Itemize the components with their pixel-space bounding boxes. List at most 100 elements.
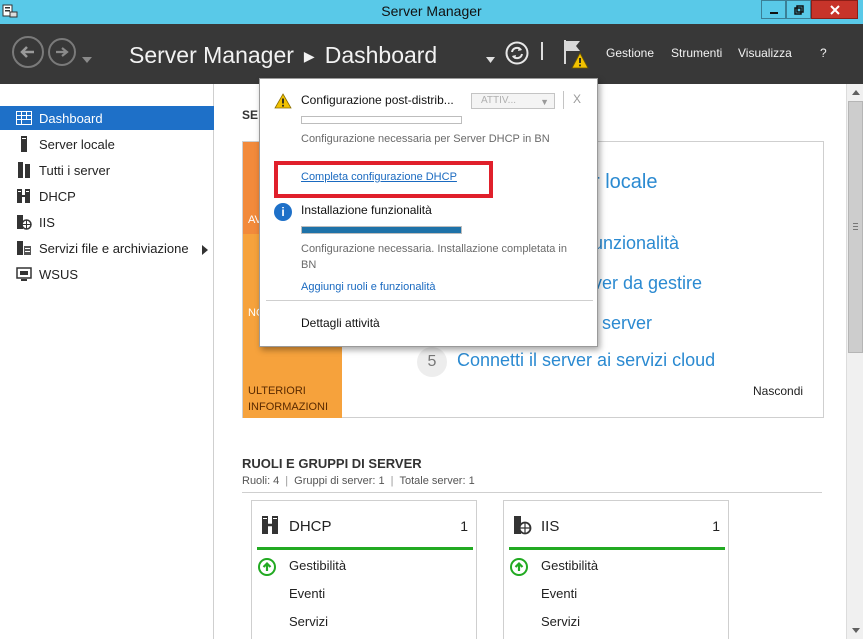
- highlight-annotation: [274, 161, 493, 198]
- forward-button[interactable]: [48, 38, 76, 66]
- task-actions-select[interactable]: ATTIV... ▼: [471, 93, 555, 109]
- role-card-dhcp[interactable]: DHCP 1 Gestibilità Eventi Servizi: [251, 500, 477, 639]
- sidebar-item-servizi-file[interactable]: Servizi file e archiviazione: [0, 236, 214, 260]
- history-dropdown[interactable]: [82, 50, 92, 68]
- popup-divider: [563, 91, 564, 109]
- grip-icon: [853, 223, 858, 230]
- maximize-button[interactable]: [786, 0, 811, 19]
- menu-help[interactable]: ?: [820, 46, 827, 60]
- sidebar-item-server-locale[interactable]: Server locale: [0, 132, 214, 156]
- sidebar-item-label: IIS: [39, 214, 55, 230]
- sidebar-item-iis[interactable]: IIS: [0, 210, 214, 234]
- iis-icon: [16, 214, 32, 230]
- dismiss-notification-button[interactable]: X: [573, 92, 581, 106]
- roles-divider: [242, 492, 822, 493]
- quick-start-step-3[interactable]: ver da gestire: [593, 273, 702, 294]
- close-button[interactable]: [811, 0, 858, 19]
- back-arrow-icon: [20, 46, 34, 58]
- dashboard-icon: [16, 110, 32, 126]
- breadcrumb-app: Server Manager: [129, 42, 294, 68]
- menu-strumenti[interactable]: Strumenti: [671, 46, 722, 60]
- notifications-flag-button[interactable]: [560, 36, 594, 70]
- wsus-icon: [16, 266, 32, 282]
- flag-warning-icon: [564, 40, 589, 69]
- hide-link[interactable]: Nascondi: [753, 384, 803, 398]
- role-row-eventi[interactable]: Eventi: [541, 586, 577, 601]
- app-header: Server Manager ▶ Dashboard Gestione Strume…: [0, 24, 863, 84]
- scroll-up-button[interactable]: [847, 84, 863, 101]
- iis-icon: [512, 515, 532, 535]
- task-progress-bar: [301, 116, 462, 124]
- sidebar-item-tutti-i-server[interactable]: Tutti i server: [0, 158, 214, 182]
- sidebar-item-label: Servizi file e archiviazione: [39, 240, 189, 256]
- sidebar-item-label: Server locale: [39, 136, 115, 152]
- task-description: Configurazione necessaria per Server DHC…: [301, 133, 550, 145]
- back-button[interactable]: [12, 36, 44, 68]
- scroll-down-icon: [851, 628, 860, 633]
- notifications-popup: Configurazione post-distrib... ATTIV... …: [259, 78, 598, 347]
- servers-icon: [16, 162, 32, 178]
- role-name: IIS: [541, 518, 560, 535]
- sidebar-item-wsus[interactable]: WSUS: [0, 262, 214, 286]
- dhcp-icon: [260, 515, 280, 535]
- step-number: 5: [417, 347, 447, 377]
- role-row-servizi[interactable]: Servizi: [289, 614, 328, 629]
- sidebar-item-label: Tutti i server: [39, 162, 111, 178]
- task-title: Installazione funzionalità: [301, 203, 432, 217]
- file-services-icon: [16, 240, 32, 256]
- dhcp-icon: [16, 188, 32, 204]
- sidebar: Dashboard Server locale Tutti i server D…: [0, 84, 214, 639]
- roles-heading: RUOLI E GRUPPI DI SERVER: [242, 456, 422, 471]
- role-row-gestibilita[interactable]: Gestibilità: [541, 558, 598, 573]
- sidebar-item-label: DHCP: [39, 188, 76, 204]
- task-details-link[interactable]: Dettagli attività: [301, 316, 380, 330]
- summary-separator: |: [390, 475, 394, 487]
- chevron-down-icon: [486, 57, 495, 63]
- refresh-icon: [505, 41, 529, 65]
- warning-icon: [274, 93, 292, 109]
- quick-start-step-4[interactable]: i server: [593, 313, 652, 334]
- task-actions-value: ATTIV...: [481, 95, 517, 106]
- server-groups-count: Gruppi di server: 1: [294, 475, 385, 487]
- popup-separator: [266, 300, 593, 301]
- menu-visualizza[interactable]: Visualizza: [738, 46, 792, 60]
- header-divider: [541, 42, 543, 60]
- scroll-down-button[interactable]: [847, 622, 863, 639]
- minimize-icon: [769, 11, 778, 14]
- status-ok-icon: [258, 558, 276, 576]
- add-roles-features-link[interactable]: Aggiungi ruoli e funzionalità: [301, 281, 436, 293]
- task-title: Configurazione post-distrib...: [301, 93, 454, 107]
- chevron-down-icon: ▼: [540, 97, 549, 107]
- role-card-iis[interactable]: IIS 1 Gestibilità Eventi Servizi: [503, 500, 729, 639]
- roles-summary: Ruoli: 4 | Gruppi di server: 1 | Totale serv…: [242, 475, 475, 487]
- sidebar-item-dhcp[interactable]: DHCP: [0, 184, 214, 208]
- step-label: Connetti il server ai servizi cloud: [457, 350, 716, 370]
- sidebar-item-dashboard[interactable]: Dashboard: [0, 106, 214, 130]
- restore-icon: [793, 4, 804, 15]
- role-name: DHCP: [289, 518, 332, 535]
- quick-start-step-1[interactable]: r locale: [593, 171, 657, 194]
- role-row-eventi[interactable]: Eventi: [289, 586, 325, 601]
- quick-start-step-5[interactable]: 5 Connetti il server ai servizi cloud: [417, 347, 715, 377]
- breadcrumb-separator-icon: ▶: [303, 48, 315, 65]
- role-row-gestibilita[interactable]: Gestibilità: [289, 558, 346, 573]
- scroll-thumb[interactable]: [848, 101, 863, 353]
- total-servers-count: Totale server: 1: [399, 475, 475, 487]
- vertical-scrollbar[interactable]: [846, 84, 863, 639]
- role-status-bar: [257, 547, 473, 550]
- breadcrumb-dropdown[interactable]: [486, 50, 495, 68]
- quick-start-step-2[interactable]: unzionalità: [593, 233, 679, 254]
- task-progress-bar: [301, 226, 462, 234]
- submenu-arrow-icon[interactable]: [202, 243, 208, 258]
- sidebar-item-label: Dashboard: [39, 110, 103, 126]
- forward-arrow-icon: [56, 47, 69, 57]
- close-icon: [829, 4, 840, 15]
- breadcrumb-page: Dashboard: [324, 42, 438, 68]
- role-row-servizi[interactable]: Servizi: [541, 614, 580, 629]
- refresh-button[interactable]: [505, 41, 529, 65]
- minimize-button[interactable]: [761, 0, 786, 19]
- task-progress-fill: [302, 227, 461, 233]
- menu-gestione[interactable]: Gestione: [606, 46, 654, 60]
- breadcrumb: Server Manager ▶ Dashboard: [129, 42, 437, 69]
- info-icon: i: [274, 203, 292, 221]
